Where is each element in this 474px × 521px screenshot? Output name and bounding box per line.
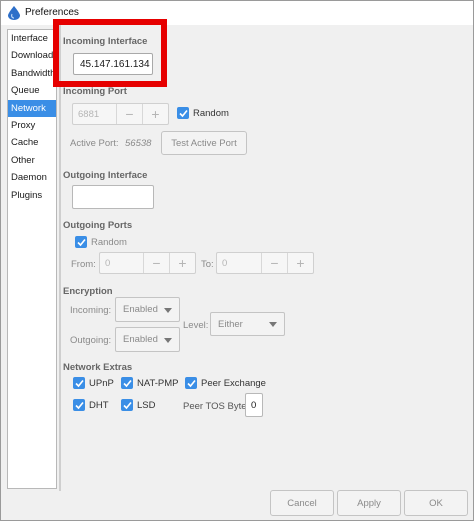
checkmark-icon bbox=[121, 399, 133, 411]
sidebar-item-daemon[interactable]: Daemon bbox=[8, 169, 56, 186]
preferences-window: Preferences Interface Downloads Bandwidt… bbox=[0, 0, 474, 521]
encryption-outgoing-select[interactable]: Enabled bbox=[115, 327, 180, 352]
incoming-port-increment-button[interactable]: + bbox=[142, 104, 168, 124]
cancel-button[interactable]: Cancel bbox=[270, 490, 334, 516]
sidebar-item-proxy[interactable]: Proxy bbox=[8, 117, 56, 134]
chevron-down-icon bbox=[164, 307, 172, 313]
checkmark-icon bbox=[73, 399, 85, 411]
to-label: To: bbox=[201, 259, 214, 270]
chevron-down-icon bbox=[269, 322, 277, 327]
peer-tos-label: Peer TOS Byte: bbox=[183, 401, 250, 412]
outgoing-from-value: 0 bbox=[105, 257, 111, 269]
peer-exchange-checkbox[interactable]: Peer Exchange bbox=[185, 377, 266, 389]
encryption-outgoing-label: Outgoing: bbox=[70, 335, 112, 346]
outgoing-random-label: Random bbox=[91, 236, 127, 248]
peer-exchange-label: Peer Exchange bbox=[201, 377, 266, 389]
network-panel: Incoming Interface 45.147.161.134 Incomi… bbox=[53, 19, 473, 491]
category-list: Interface Downloads Bandwidth Queue Netw… bbox=[7, 29, 57, 489]
incoming-random-label: Random bbox=[193, 107, 229, 119]
deluge-drop-icon bbox=[8, 6, 20, 20]
incoming-port-heading: Incoming Port bbox=[63, 86, 127, 97]
sidebar-item-downloads[interactable]: Downloads bbox=[8, 47, 56, 64]
encryption-level-value: Either bbox=[218, 318, 243, 330]
outgoing-to-decrement-button[interactable]: − bbox=[261, 253, 287, 273]
network-extras-heading: Network Extras bbox=[63, 362, 133, 373]
incoming-port-value: 6881 bbox=[78, 108, 100, 120]
ok-button[interactable]: OK bbox=[404, 490, 468, 516]
peer-tos-input[interactable]: 0 bbox=[245, 393, 263, 417]
checkmark-icon bbox=[75, 236, 87, 248]
from-label: From: bbox=[71, 259, 96, 270]
dht-label: DHT bbox=[89, 399, 109, 411]
sidebar-item-plugins[interactable]: Plugins bbox=[8, 187, 56, 204]
checkmark-icon bbox=[73, 377, 85, 389]
sidebar-item-queue[interactable]: Queue bbox=[8, 82, 56, 99]
natpmp-checkbox[interactable]: NAT-PMP bbox=[121, 377, 179, 389]
outgoing-from-increment-button[interactable]: + bbox=[169, 253, 195, 273]
outgoing-to-value: 0 bbox=[222, 257, 228, 269]
apply-button[interactable]: Apply bbox=[337, 490, 401, 516]
outgoing-from-spinner[interactable]: 0 − + bbox=[99, 252, 196, 274]
incoming-port-decrement-button[interactable]: − bbox=[116, 104, 142, 124]
encryption-level-label: Level: bbox=[183, 320, 209, 331]
outgoing-ports-heading: Outgoing Ports bbox=[63, 220, 133, 231]
encryption-incoming-label: Incoming: bbox=[70, 305, 112, 316]
outgoing-random-checkbox[interactable]: Random bbox=[75, 236, 127, 248]
encryption-incoming-value: Enabled bbox=[123, 304, 158, 315]
chevron-down-icon bbox=[164, 337, 172, 343]
window-title: Preferences bbox=[25, 7, 79, 18]
dialog-button-bar: Cancel Apply OK bbox=[1, 487, 473, 521]
outgoing-to-increment-button[interactable]: + bbox=[287, 253, 313, 273]
encryption-incoming-select[interactable]: Enabled bbox=[115, 297, 180, 322]
upnp-label: UPnP bbox=[89, 377, 114, 389]
checkmark-icon bbox=[185, 377, 197, 389]
test-active-port-button[interactable]: Test Active Port bbox=[161, 131, 247, 155]
active-port-value: 56538 bbox=[125, 138, 152, 149]
lsd-label: LSD bbox=[137, 399, 156, 411]
outgoing-interface-input[interactable] bbox=[72, 185, 154, 209]
lsd-checkbox[interactable]: LSD bbox=[121, 399, 155, 411]
incoming-port-spinner[interactable]: 6881 − + bbox=[72, 103, 169, 125]
checkmark-icon bbox=[121, 377, 133, 389]
checkmark-icon bbox=[177, 107, 189, 119]
incoming-random-checkbox[interactable]: Random bbox=[177, 107, 229, 119]
encryption-level-select[interactable]: Either bbox=[210, 312, 285, 336]
sidebar-item-interface[interactable]: Interface bbox=[8, 30, 56, 47]
dht-checkbox[interactable]: DHT bbox=[73, 399, 109, 411]
outgoing-from-decrement-button[interactable]: − bbox=[143, 253, 169, 273]
highlight-box bbox=[53, 19, 167, 87]
natpmp-label: NAT-PMP bbox=[137, 377, 179, 389]
outgoing-to-spinner[interactable]: 0 − + bbox=[216, 252, 314, 274]
outgoing-interface-heading: Outgoing Interface bbox=[63, 170, 148, 181]
sidebar-item-cache[interactable]: Cache bbox=[8, 134, 56, 151]
sidebar-item-network[interactable]: Network bbox=[8, 99, 56, 117]
sidebar-item-other[interactable]: Other bbox=[8, 152, 56, 169]
upnp-checkbox[interactable]: UPnP bbox=[73, 377, 114, 389]
sidebar-item-bandwidth[interactable]: Bandwidth bbox=[8, 65, 56, 82]
encryption-heading: Encryption bbox=[63, 286, 113, 297]
active-port-label: Active Port: bbox=[70, 138, 119, 149]
encryption-outgoing-value: Enabled bbox=[123, 334, 158, 345]
